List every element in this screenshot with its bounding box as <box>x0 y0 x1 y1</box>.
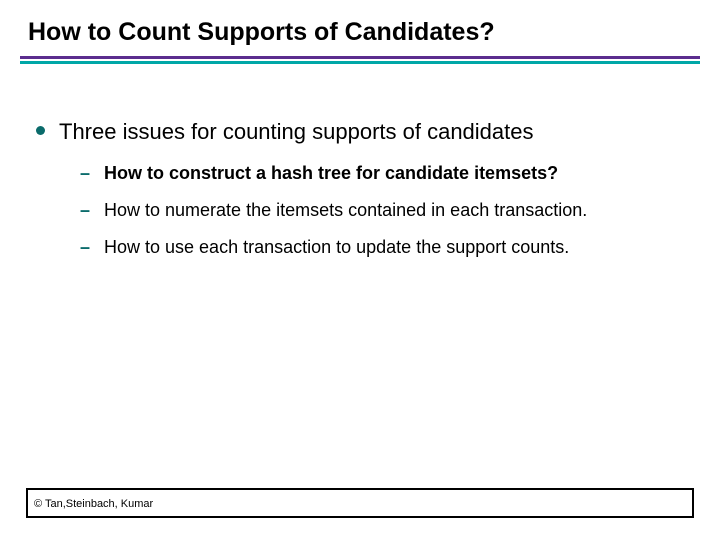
bullet-level2-text: How to construct a hash tree for candida… <box>104 162 558 185</box>
title-underline <box>20 56 700 64</box>
bullet-level2-text: How to use each transaction to update th… <box>104 236 569 259</box>
footer-text: © Tan,Steinbach, Kumar <box>34 498 153 510</box>
bullet-level2-text: How to numerate the itemsets contained i… <box>104 199 587 222</box>
slide-title: How to Count Supports of Candidates? <box>28 18 495 47</box>
rule-bottom <box>20 61 700 64</box>
bullet-level2-item: – How to construct a hash tree for candi… <box>80 162 684 185</box>
dash-icon: – <box>80 236 94 259</box>
bullet-dot-icon <box>36 126 45 135</box>
footer-box: © Tan,Steinbach, Kumar <box>26 488 694 518</box>
bullet-level1: Three issues for counting supports of ca… <box>36 118 684 146</box>
slide: How to Count Supports of Candidates? Thr… <box>0 0 720 540</box>
dash-icon: – <box>80 199 94 222</box>
bullet-level1-text: Three issues for counting supports of ca… <box>59 118 534 146</box>
rule-top <box>20 56 700 59</box>
bullet-level2-item: – How to use each transaction to update … <box>80 236 684 259</box>
bullet-level2-item: – How to numerate the itemsets contained… <box>80 199 684 222</box>
dash-icon: – <box>80 162 94 185</box>
bullet-level2-group: – How to construct a hash tree for candi… <box>80 162 684 260</box>
slide-body: Three issues for counting supports of ca… <box>36 118 684 260</box>
